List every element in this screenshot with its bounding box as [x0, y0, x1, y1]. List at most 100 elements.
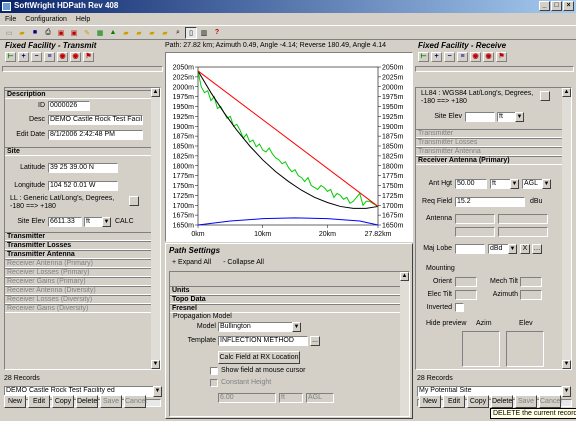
ll-button[interactable]	[129, 196, 139, 206]
menu-help[interactable]: Help	[76, 16, 90, 23]
edit-date-field[interactable]: 8/1/2006 2:42:48 PM	[48, 130, 143, 140]
right-ll-button[interactable]	[540, 91, 550, 101]
edit-button[interactable]: Edit	[28, 395, 50, 408]
chevron-down-icon[interactable]: ▼	[153, 386, 162, 397]
template-field[interactable]: INFLECTION METHOD	[218, 336, 308, 346]
right-new-button[interactable]: New	[419, 395, 441, 408]
section-receiver-losses-primary[interactable]: Receiver Losses (Primary)	[5, 268, 160, 277]
cancel-button[interactable]: Cancel	[124, 395, 147, 408]
antenna2-icon[interactable]: ◉	[70, 52, 81, 62]
folder4-icon[interactable]: ▰	[159, 27, 171, 39]
chevron-down-icon[interactable]: ▼	[510, 179, 519, 189]
add-icon[interactable]: +	[18, 52, 29, 62]
scroll-up-icon[interactable]: ▲	[562, 88, 571, 97]
right-delete-button[interactable]: Delete	[491, 395, 513, 408]
chevron-down-icon[interactable]: ▼	[542, 179, 551, 189]
section-receiver-gains-diversity[interactable]: Receiver Gains (Diversity)	[5, 304, 160, 313]
search-icon[interactable]: ⌕	[172, 27, 184, 39]
folder2-icon[interactable]: ▰	[133, 27, 145, 39]
template-browse-button[interactable]: ...	[310, 336, 320, 346]
print-icon[interactable]: ⎙	[42, 27, 54, 39]
help-icon[interactable]: ?	[211, 27, 223, 39]
antenna-icon[interactable]: ◉	[57, 52, 68, 62]
receive-icon[interactable]: ▣	[68, 27, 80, 39]
desc-field[interactable]: DEMO Castle Rock Test Facili	[48, 115, 143, 125]
orient-field[interactable]	[455, 277, 477, 287]
copy-button[interactable]: Copy	[52, 395, 74, 408]
id-field[interactable]: 0000026	[48, 101, 90, 111]
right-section-transmitter[interactable]: Transmitter	[416, 129, 562, 138]
folder-icon[interactable]: ▰	[120, 27, 132, 39]
section-units[interactable]: Units	[170, 286, 409, 295]
right-section-transmitter-losses[interactable]: Transmitter Losses	[416, 138, 562, 147]
remove-icon[interactable]: −	[31, 52, 42, 62]
chevron-down-icon[interactable]: ▼	[102, 217, 111, 227]
page-icon[interactable]: ▯	[185, 26, 197, 39]
new-icon[interactable]: ▭	[3, 27, 15, 39]
add-icon[interactable]: +	[431, 52, 442, 62]
calc-label[interactable]: CALC	[115, 218, 134, 225]
chevron-down-icon[interactable]: ▼	[515, 112, 524, 122]
transmit-icon[interactable]: ▣	[55, 27, 67, 39]
elec-tilt-field[interactable]	[455, 290, 477, 300]
height-unit[interactable]: ft	[279, 393, 303, 403]
profile-icon[interactable]: ▲	[107, 27, 119, 39]
folder3-icon[interactable]: ▰	[146, 27, 158, 39]
section-transmitter[interactable]: Transmitter	[5, 232, 160, 241]
section-receiver-gains-primary[interactable]: Receiver Gains (Primary)	[5, 277, 160, 286]
expand-all-link[interactable]: + Expand All	[172, 259, 211, 266]
right-edit-button[interactable]: Edit	[443, 395, 465, 408]
scroll-up-icon[interactable]: ▲	[151, 88, 160, 97]
remove-icon[interactable]: −	[444, 52, 455, 62]
save-button[interactable]: Save	[100, 395, 122, 408]
height-ref[interactable]: AGL	[306, 393, 334, 403]
inverted-checkbox[interactable]	[455, 303, 464, 312]
open-icon[interactable]: ▰	[16, 27, 28, 39]
flip-icon[interactable]: ⊢	[5, 52, 16, 62]
close-button[interactable]: ×	[563, 1, 574, 11]
ant-hgt-field[interactable]: 50.00	[455, 179, 487, 189]
list-icon[interactable]: ≡	[457, 52, 468, 62]
right-section-transmitter-antenna[interactable]: Transmitter Antenna	[416, 147, 562, 156]
delete-button[interactable]: Delete	[76, 395, 98, 408]
azimuth-field[interactable]	[520, 290, 542, 300]
req-field-field[interactable]: 15.2	[455, 197, 525, 207]
mech-tilt-field[interactable]	[520, 277, 542, 287]
section-transmitter-losses[interactable]: Transmitter Losses	[5, 241, 160, 250]
menu-file[interactable]: File	[5, 16, 16, 23]
section-receiver-losses-diversity[interactable]: Receiver Losses (Diversity)	[5, 295, 160, 304]
site-elev-field[interactable]: 6611.33	[48, 217, 82, 227]
section-receiver-antenna-primary[interactable]: Receiver Antenna (Primary)	[5, 259, 160, 268]
antenna-icon[interactable]: ◉	[470, 52, 481, 62]
longitude-field[interactable]: 104 52 0.01 W	[48, 181, 118, 191]
calc-field-button[interactable]: Calc Field at RX Location	[218, 351, 300, 364]
chevron-down-icon[interactable]: ▼	[508, 244, 517, 254]
model-select[interactable]: Bullington	[218, 322, 300, 332]
tower-icon[interactable]: ⚑	[496, 52, 507, 62]
section-topo-data[interactable]: Topo Data	[170, 295, 409, 304]
collapse-all-link[interactable]: - Collapse All	[223, 259, 264, 266]
antenna2-icon[interactable]: ◉	[483, 52, 494, 62]
section-receiver-antenna-diversity[interactable]: Receiver Antenna (Diversity)	[5, 286, 160, 295]
right-site-elev-field[interactable]	[465, 112, 495, 122]
maj-lobe-field[interactable]	[455, 244, 485, 254]
menu-configuration[interactable]: Configuration	[25, 16, 67, 23]
scroll-down-icon[interactable]: ▼	[562, 360, 571, 369]
profile-chart[interactable]: 2050m 2050m 2025m 2025m 2000m 2000m 1975m 1975m…	[165, 52, 413, 242]
right-section-receiver-antenna[interactable]: Receiver Antenna (Primary)	[416, 156, 562, 165]
maximize-button[interactable]: □	[551, 1, 562, 11]
chevron-down-icon[interactable]: ▼	[292, 322, 301, 332]
tower-icon[interactable]: ⚑	[83, 52, 94, 62]
show-field-checkbox[interactable]	[210, 367, 218, 375]
list-icon[interactable]: ≡	[44, 52, 55, 62]
save-icon[interactable]: ■	[29, 27, 41, 39]
grid-icon[interactable]: ▥	[198, 27, 210, 39]
new-button[interactable]: New	[4, 395, 26, 408]
scroll-up-icon[interactable]: ▲	[400, 272, 409, 281]
antenna-browse-button[interactable]: …	[532, 244, 542, 254]
minimize-button[interactable]: _	[539, 1, 550, 11]
chevron-down-icon[interactable]: ▼	[562, 386, 571, 397]
section-transmitter-antenna[interactable]: Transmitter Antenna	[5, 250, 160, 259]
height-field[interactable]: 6.00	[218, 393, 276, 403]
constant-height-checkbox[interactable]	[210, 379, 218, 387]
